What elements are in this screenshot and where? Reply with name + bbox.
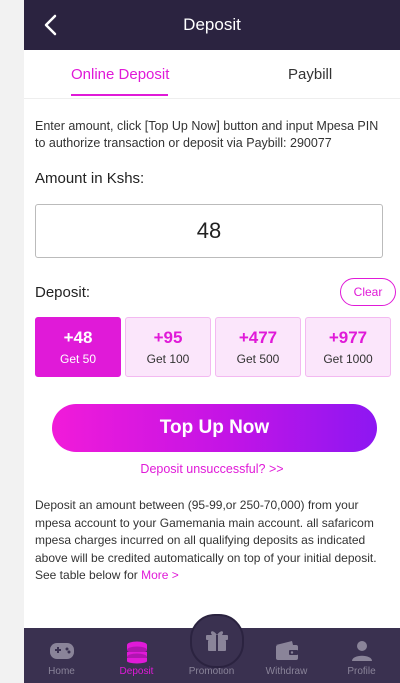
header-bar: Deposit <box>24 0 400 50</box>
clear-button[interactable]: Clear <box>340 278 396 306</box>
wallet-icon <box>275 641 298 660</box>
deposit-unsuccessful-link[interactable]: Deposit unsuccessful? >> <box>24 462 400 476</box>
deposit-option-48[interactable]: +48 Get 50 <box>35 317 121 377</box>
nav-label: Deposit <box>119 666 154 677</box>
instructions-text: Enter amount, click [Top Up Now] button … <box>35 119 379 150</box>
deposit-option-977[interactable]: +977 Get 1000 <box>305 317 391 377</box>
top-up-now-button[interactable]: Top Up Now <box>52 404 377 452</box>
app-container: Deposit Online Deposit Paybill Enter amo… <box>24 0 400 683</box>
option-amount: +477 <box>238 328 278 347</box>
nav-profile[interactable]: Profile <box>324 628 399 683</box>
tab-online-deposit[interactable]: Online Deposit <box>71 66 169 83</box>
page-title: Deposit <box>183 15 241 34</box>
nav-label: Profile <box>347 666 376 677</box>
nav-label: Home <box>48 666 75 677</box>
deposit-description: Deposit an amount between (95-99,or 250-… <box>35 497 390 585</box>
deposit-label: Deposit: <box>35 284 91 301</box>
more-link[interactable]: More > <box>141 568 179 582</box>
deposit-option-95[interactable]: +95 Get 100 <box>125 317 211 377</box>
nav-home[interactable]: Home <box>24 628 99 683</box>
option-bonus: Get 500 <box>236 352 280 366</box>
gift-icon <box>206 631 228 651</box>
option-amount: +48 <box>63 328 93 347</box>
nav-deposit[interactable]: Deposit <box>99 628 174 683</box>
option-bonus: Get 100 <box>146 352 190 366</box>
active-tab-indicator <box>71 94 168 96</box>
deposit-option-477[interactable]: +477 Get 500 <box>215 317 301 377</box>
option-amount: +977 <box>328 328 368 347</box>
option-amount: +95 <box>153 328 183 347</box>
left-frame <box>0 0 24 683</box>
promotion-button[interactable] <box>190 614 244 668</box>
gamepad-icon <box>49 643 74 659</box>
nav-label: Withdraw <box>265 666 308 677</box>
deposit-options: +48 Get 50 +95 Get 100 +477 Get 500 +977… <box>35 317 391 377</box>
deposit-tabs: Online Deposit Paybill <box>24 50 400 99</box>
user-icon <box>351 641 372 661</box>
amount-input[interactable]: 48 <box>35 204 383 258</box>
coins-icon <box>126 641 147 664</box>
option-bonus: Get 50 <box>59 352 97 366</box>
nav-withdraw[interactable]: Withdraw <box>249 628 324 683</box>
description-text: Deposit an amount between (95-99,or 250-… <box>35 498 377 582</box>
amount-label: Amount in Kshs: <box>35 170 145 187</box>
option-bonus: Get 1000 <box>323 352 373 366</box>
tab-paybill[interactable]: Paybill <box>288 66 332 83</box>
